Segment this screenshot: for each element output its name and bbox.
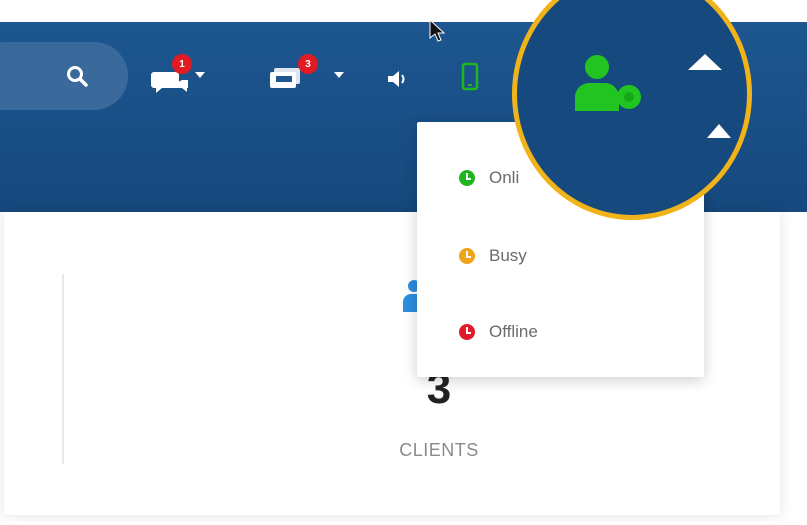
clock-icon	[459, 324, 475, 340]
messages-button[interactable]: 1	[150, 52, 205, 102]
clock-icon	[459, 170, 475, 186]
chevron-down-icon	[334, 72, 344, 78]
search-button[interactable]	[0, 42, 128, 110]
clock-icon	[459, 248, 475, 264]
status-busy-option[interactable]: Busy	[459, 242, 527, 270]
divider	[62, 274, 64, 464]
search-icon	[67, 66, 88, 87]
tickets-badge: 3	[298, 54, 318, 74]
speaker-icon[interactable]	[386, 68, 410, 90]
mobile-phone-icon[interactable]	[461, 62, 479, 92]
clients-label: CLIENTS	[399, 440, 479, 460]
status-online-label: Onli	[489, 168, 520, 187]
tickets-button[interactable]: 3	[268, 52, 348, 102]
status-offline-label: Offline	[489, 322, 538, 341]
dropdown-pointer	[707, 124, 731, 138]
messages-badge: 1	[172, 54, 192, 74]
chevron-up-icon[interactable]	[688, 54, 722, 70]
status-offline-option[interactable]: Offline	[459, 318, 538, 346]
screen: 1 3 3 CLIENTS Onli Busy Offline	[0, 0, 807, 525]
chevron-down-icon	[195, 72, 205, 78]
status-online-option[interactable]: Onli	[459, 164, 519, 192]
user-status-icon[interactable]	[573, 53, 645, 115]
status-busy-label: Busy	[489, 246, 527, 265]
cursor-icon	[429, 18, 446, 42]
